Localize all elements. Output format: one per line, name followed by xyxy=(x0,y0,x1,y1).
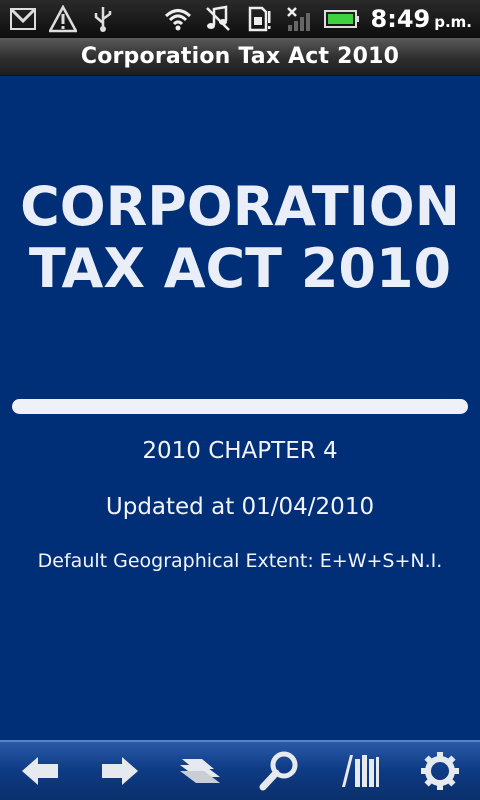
geographical-extent: Default Geographical Extent: E+W+S+N.I. xyxy=(37,550,443,572)
wifi-icon xyxy=(163,5,193,33)
settings-icon xyxy=(421,752,459,790)
clock-ampm: p.m. xyxy=(434,13,472,31)
document-title-line-2: TAX ACT 2010 xyxy=(28,237,452,300)
chapter-label: 2010 CHAPTER 4 xyxy=(142,438,338,464)
status-bar: 8:49 p.m. xyxy=(0,0,480,38)
divider-bar xyxy=(12,399,468,414)
forward-arrow-icon xyxy=(102,757,138,785)
status-left-icons xyxy=(8,5,118,33)
clock-time: 8:49 xyxy=(370,5,431,33)
contents-icon xyxy=(180,759,220,783)
updated-date: Updated at 01/04/2010 xyxy=(105,494,375,520)
gmail-icon xyxy=(8,5,38,33)
music-off-icon xyxy=(203,5,233,33)
back-arrow-icon xyxy=(22,757,58,785)
library-button[interactable] xyxy=(330,745,390,797)
usb-icon xyxy=(88,5,118,33)
search-button[interactable] xyxy=(250,745,310,797)
back-button[interactable] xyxy=(10,745,70,797)
document-cover[interactable]: CORPORATION TAX ACT 2010 2010 CHAPTER 4 … xyxy=(0,76,480,740)
battery-icon xyxy=(323,5,361,33)
contents-button[interactable] xyxy=(170,745,230,797)
app-title: Corporation Tax Act 2010 xyxy=(80,44,400,69)
warning-icon xyxy=(48,5,78,33)
document-title: CORPORATION TAX ACT 2010 xyxy=(0,176,480,300)
sim-icon xyxy=(243,5,273,33)
status-right-icons: 8:49 p.m. xyxy=(163,5,472,33)
title-bar: Corporation Tax Act 2010 xyxy=(0,38,480,76)
search-icon xyxy=(259,751,298,791)
signal-icon xyxy=(283,5,313,33)
status-clock: 8:49 p.m. xyxy=(371,5,472,33)
library-icon xyxy=(342,755,379,787)
settings-button[interactable] xyxy=(410,745,470,797)
document-title-line-1: CORPORATION xyxy=(20,175,460,238)
bottom-toolbar xyxy=(0,740,480,800)
forward-button[interactable] xyxy=(90,745,150,797)
